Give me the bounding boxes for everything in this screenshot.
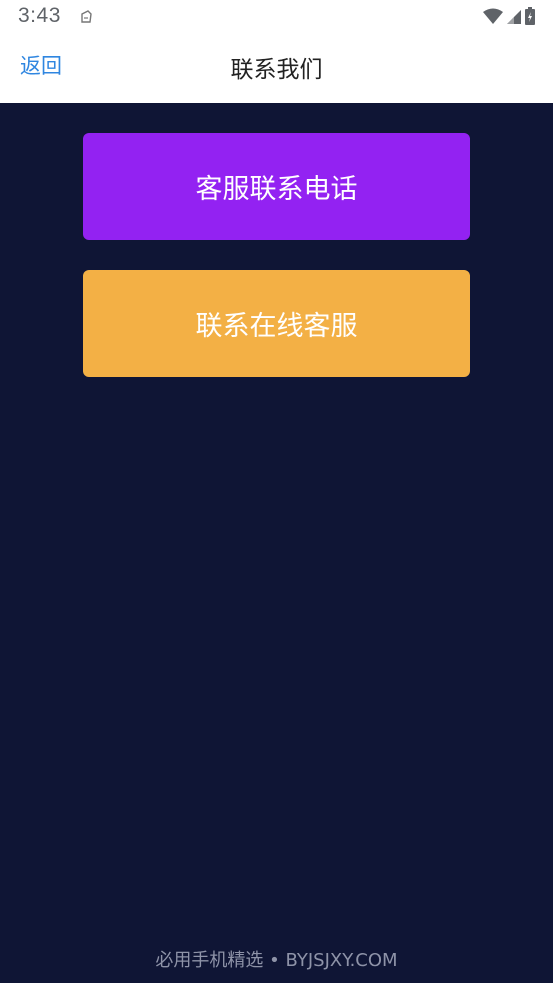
cell-signal-icon: [507, 9, 521, 28]
status-bar: 3:43: [0, 0, 553, 34]
main-content: 客服联系电话 联系在线客服: [0, 103, 553, 983]
clipboard-icon: [79, 9, 93, 28]
wifi-icon: [483, 8, 503, 28]
page-title: 联系我们: [230, 57, 323, 83]
customer-service-phone-button[interactable]: 客服联系电话: [83, 133, 470, 240]
battery-icon: [525, 7, 535, 29]
footer-watermark: 必用手机精选 • BYJSJXY.COM: [155, 950, 398, 971]
status-time: 3:43: [18, 4, 61, 27]
navigation-bar: 返回 联系我们: [0, 34, 553, 103]
online-customer-service-button[interactable]: 联系在线客服: [83, 270, 470, 377]
status-icons: [483, 7, 535, 29]
